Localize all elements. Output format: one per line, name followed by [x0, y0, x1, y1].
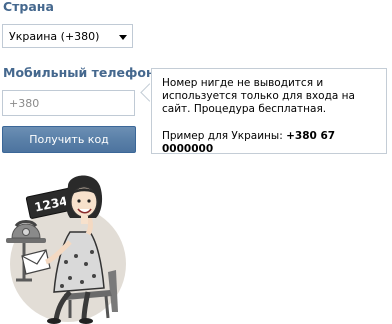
shoe-left — [47, 318, 61, 324]
woman-holding-sign-icon: 1234 — [6, 175, 126, 324]
table-top — [6, 238, 46, 243]
shoe-right — [79, 318, 93, 324]
phone-input[interactable] — [2, 90, 135, 116]
phone-label: Мобильный телефон — [3, 65, 155, 80]
eye-left — [77, 199, 81, 203]
get-code-button[interactable]: Получить код — [2, 126, 136, 153]
country-label: Страна — [3, 0, 54, 14]
telephone-dial — [22, 228, 30, 236]
tooltip-example-prefix: Пример для Украины: — [162, 130, 283, 142]
woman-neck — [81, 216, 88, 224]
country-select[interactable]: Украина (+380) — [2, 24, 133, 48]
country-select-value: Украина (+380) — [9, 30, 100, 43]
tooltip-example: Пример для Украины: +380 67 0000000 — [162, 130, 377, 156]
dropdown-arrow-icon — [119, 35, 127, 40]
eye-right — [87, 199, 91, 203]
phone-hint-tooltip: Номер нигде не выводится и используется … — [151, 68, 387, 156]
tooltip-note: Номер нигде не выводится и используется … — [162, 77, 355, 115]
